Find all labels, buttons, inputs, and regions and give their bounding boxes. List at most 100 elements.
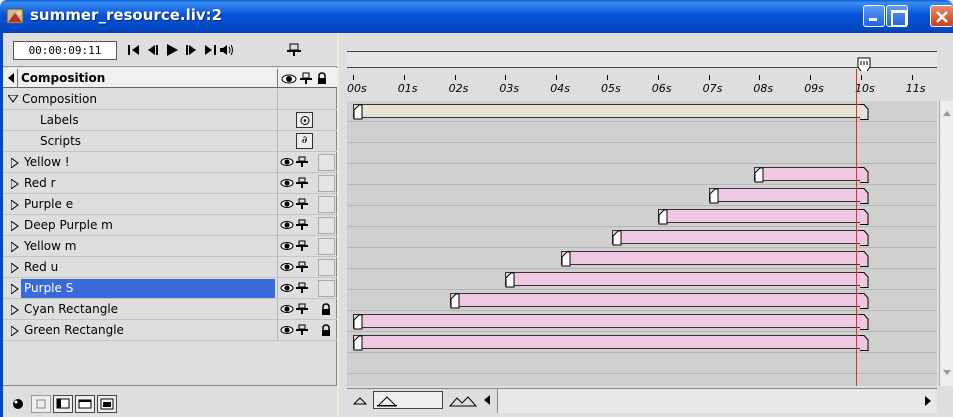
- in-point-handle-icon[interactable]: [505, 272, 515, 288]
- collapsed-triangle-icon[interactable]: [11, 200, 19, 210]
- close-button[interactable]: [930, 5, 953, 27]
- lock-toggle[interactable]: [318, 175, 335, 192]
- zoom-slider[interactable]: [373, 391, 443, 409]
- eye-pin-icons[interactable]: [280, 239, 316, 253]
- lock-icon[interactable]: [321, 324, 331, 336]
- timeline-tracks[interactable]: [347, 101, 937, 386]
- out-point-handle-icon[interactable]: [859, 188, 869, 204]
- timeline-track[interactable]: [347, 353, 937, 374]
- in-point-handle-icon[interactable]: [353, 314, 363, 330]
- layer-row-labels[interactable]: Labels: [3, 110, 337, 131]
- labels-icon[interactable]: [296, 112, 313, 128]
- timecode-field[interactable]: 00:00:09:11: [13, 41, 117, 60]
- timeline-track[interactable]: [347, 143, 937, 164]
- time-ruler[interactable]: 00s 01s 02s 03s 04s 05s 06s 07s 08s 09s 10s 11s: [347, 71, 937, 99]
- time-navigator[interactable]: [347, 51, 937, 68]
- composition-duration-bar[interactable]: [353, 104, 869, 120]
- layer-row[interactable]: Red u: [3, 257, 337, 278]
- go-to-end-icon[interactable]: [203, 43, 217, 57]
- vertical-scrollbar[interactable]: [939, 101, 953, 386]
- pin-icon[interactable]: [286, 43, 302, 57]
- collapsed-triangle-icon[interactable]: [11, 284, 19, 294]
- scripts-icon[interactable]: ∂: [296, 133, 313, 149]
- collapsed-triangle-icon[interactable]: [11, 242, 19, 252]
- out-point-handle-icon[interactable]: [859, 230, 869, 246]
- layer-duration-bar[interactable]: [754, 167, 869, 183]
- lock-toggle[interactable]: [318, 196, 335, 213]
- horizontal-scrollbar[interactable]: [497, 389, 937, 413]
- layer-row[interactable]: Green Rectangle: [3, 320, 337, 341]
- layer-row-scripts[interactable]: Scripts ∂: [3, 131, 337, 152]
- collapsed-triangle-icon[interactable]: [11, 326, 19, 336]
- in-point-handle-icon[interactable]: [658, 209, 668, 225]
- collapsed-triangle-icon[interactable]: [11, 158, 19, 168]
- eye-pin-icons[interactable]: [280, 302, 316, 316]
- scroll-left-icon[interactable]: [483, 395, 491, 405]
- zoom-out-icon[interactable]: [353, 395, 367, 405]
- eye-pin-icons[interactable]: [280, 218, 316, 232]
- lock-toggle[interactable]: [318, 259, 335, 276]
- in-point-handle-icon[interactable]: [754, 167, 764, 183]
- timeline-track[interactable]: [347, 122, 937, 143]
- lock-toggle[interactable]: [318, 238, 335, 255]
- lock-toggle[interactable]: [318, 154, 335, 171]
- scroll-up-icon[interactable]: [942, 109, 952, 117]
- sort-triangle-icon[interactable]: [7, 73, 15, 83]
- record-icon[interactable]: [11, 397, 25, 411]
- out-point-handle-icon[interactable]: [859, 167, 869, 183]
- layer-duration-bar[interactable]: [657, 209, 869, 225]
- collapsed-triangle-icon[interactable]: [11, 179, 19, 189]
- layer-duration-bar[interactable]: [708, 188, 869, 204]
- lock-toggle[interactable]: [318, 217, 335, 234]
- delete-layer-button[interactable]: [97, 395, 117, 413]
- step-forward-icon[interactable]: [185, 43, 199, 57]
- out-point-handle-icon[interactable]: [860, 335, 869, 351]
- go-to-start-icon[interactable]: [127, 43, 141, 57]
- layer-duration-bar[interactable]: [353, 314, 869, 330]
- maximize-button[interactable]: [886, 5, 908, 27]
- playhead-line[interactable]: [855, 69, 857, 386]
- undo-button[interactable]: [31, 395, 51, 413]
- in-point-handle-icon[interactable]: [353, 104, 363, 120]
- layer-duration-bar[interactable]: [505, 272, 869, 288]
- lock-icon[interactable]: [321, 303, 331, 315]
- collapsed-triangle-icon[interactable]: [11, 221, 19, 231]
- layer-row-selected[interactable]: Purple S: [3, 278, 337, 299]
- in-point-handle-icon[interactable]: [450, 293, 460, 309]
- layer-row[interactable]: Deep Purple m: [3, 215, 337, 236]
- layer-row[interactable]: Yellow m: [3, 236, 337, 257]
- play-icon[interactable]: [165, 43, 179, 57]
- eye-pin-icons[interactable]: [280, 197, 316, 211]
- layer-duration-bar[interactable]: [561, 251, 869, 267]
- scroll-right-icon[interactable]: [924, 396, 932, 406]
- audio-icon[interactable]: [219, 43, 235, 57]
- in-point-handle-icon[interactable]: [709, 188, 719, 204]
- layer-row[interactable]: Purple e: [3, 194, 337, 215]
- eye-pin-icons[interactable]: [280, 281, 316, 295]
- layer-duration-bar[interactable]: [353, 335, 869, 351]
- layer-row-composition[interactable]: Composition: [3, 89, 337, 110]
- in-point-handle-icon[interactable]: [612, 230, 622, 246]
- scroll-down-icon[interactable]: [942, 369, 952, 377]
- layer-duration-bar[interactable]: [449, 293, 869, 309]
- eye-pin-icons[interactable]: [280, 260, 316, 274]
- zoom-in-icon[interactable]: [449, 395, 477, 407]
- out-point-handle-icon[interactable]: [860, 314, 869, 330]
- layer-row[interactable]: Red r: [3, 173, 337, 194]
- new-layer-button[interactable]: [53, 395, 73, 413]
- out-point-handle-icon[interactable]: [859, 251, 869, 267]
- out-point-handle-icon[interactable]: [859, 293, 869, 309]
- out-point-handle-icon[interactable]: [860, 104, 869, 120]
- lock-toggle[interactable]: [318, 280, 335, 297]
- new-group-button[interactable]: [75, 395, 95, 413]
- eye-pin-icons[interactable]: [280, 155, 316, 169]
- expand-triangle-icon[interactable]: [8, 95, 18, 103]
- out-point-handle-icon[interactable]: [859, 209, 869, 225]
- eye-pin-icons[interactable]: [280, 323, 316, 337]
- out-point-handle-icon[interactable]: [859, 272, 869, 288]
- eye-pin-icons[interactable]: [280, 176, 316, 190]
- zoom-slider-thumb-icon[interactable]: [377, 395, 397, 407]
- step-back-icon[interactable]: [145, 43, 159, 57]
- collapsed-triangle-icon[interactable]: [11, 263, 19, 273]
- layer-duration-bar[interactable]: [612, 230, 869, 246]
